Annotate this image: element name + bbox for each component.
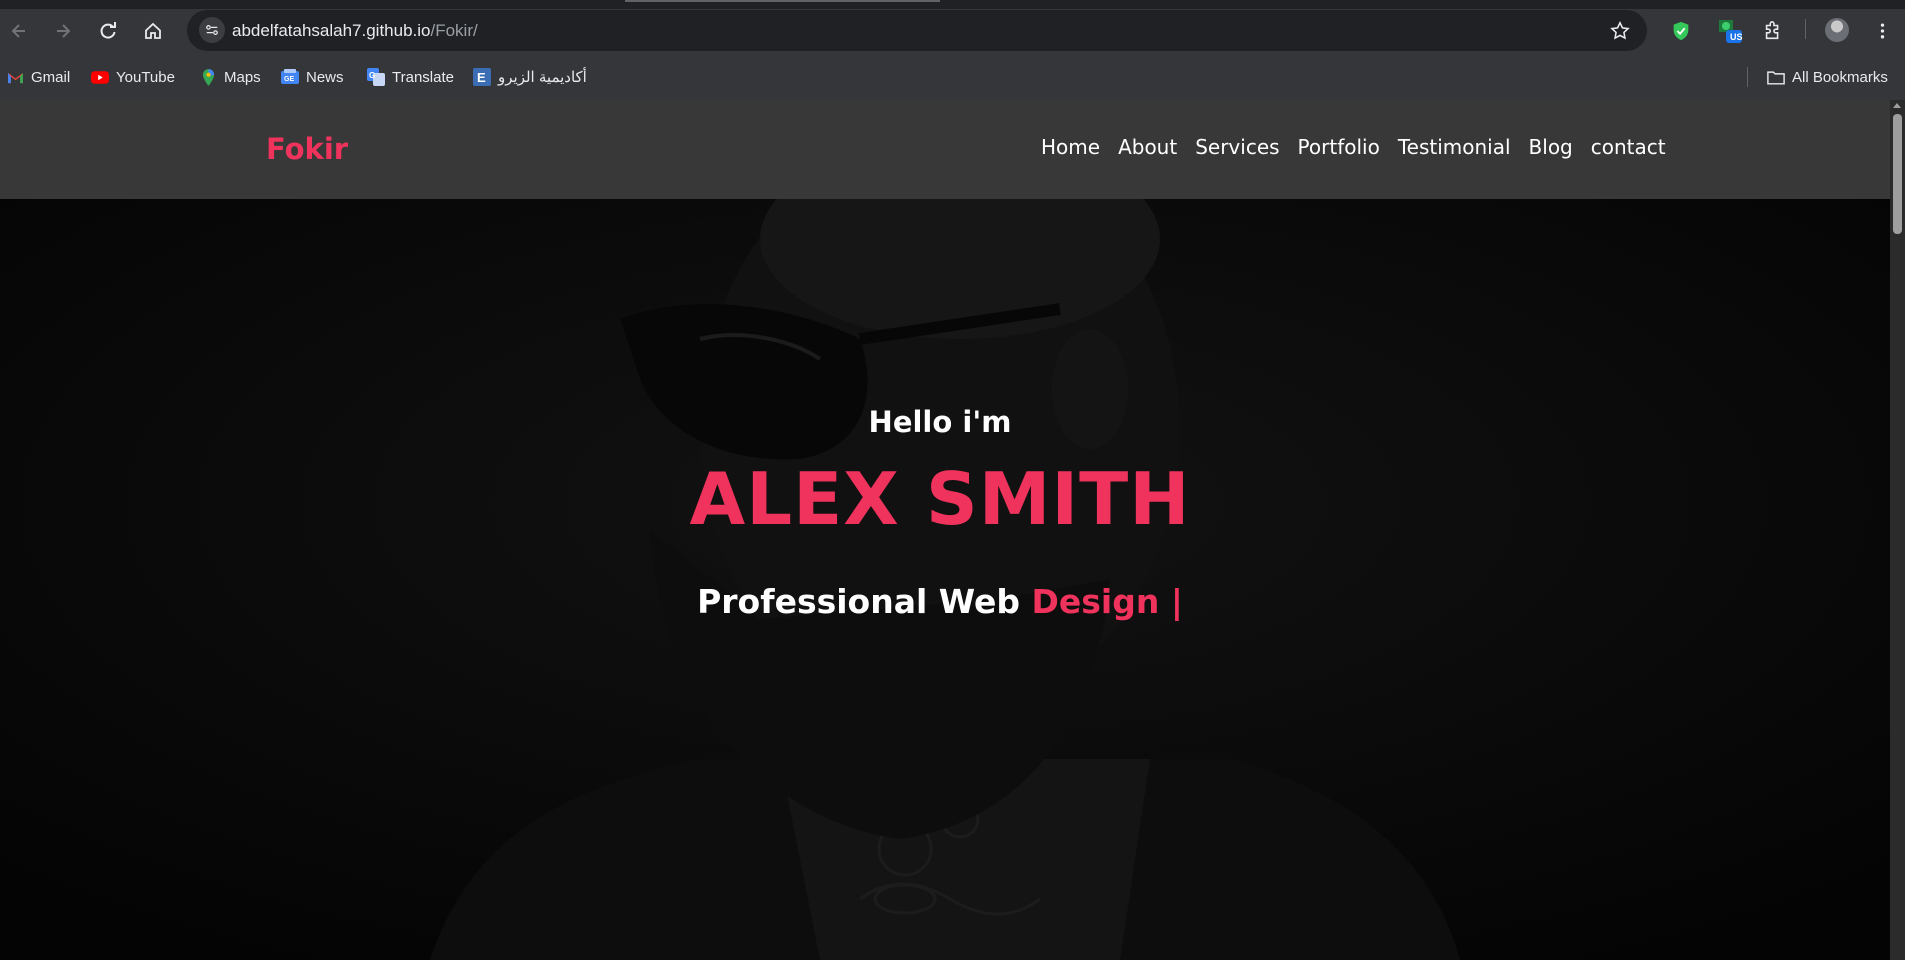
site-header: Fokir Home About Services Portfolio Test… [0, 100, 1890, 199]
hero-greeting: Hello i'm [868, 405, 1012, 439]
nav-about[interactable]: About [1109, 135, 1186, 159]
active-tab-edge [625, 0, 940, 2]
url-text[interactable]: abdelfatahsalah7.github.io/Fokir/ [232, 21, 478, 41]
site-logo[interactable]: Fokir [266, 132, 348, 166]
bookmark-label: Gmail [31, 68, 71, 86]
bookmark-label: Maps [224, 68, 261, 86]
toolbar-separator [1805, 19, 1806, 39]
bookmark-star-icon[interactable] [1609, 20, 1631, 42]
bookmark-label: News [306, 68, 344, 86]
bookmark-gmail[interactable]: Gmail [6, 66, 70, 88]
vpn-badge: US [1730, 32, 1743, 42]
nav-portfolio[interactable]: Portfolio [1289, 135, 1389, 159]
youtube-icon [91, 68, 109, 86]
home-icon [145, 22, 161, 39]
hero-name: ALEX SMITH [689, 457, 1191, 541]
home-button[interactable] [137, 15, 169, 47]
bookmark-label: Translate [392, 68, 454, 86]
all-bookmarks-label: All Bookmarks [1792, 68, 1888, 86]
svg-text:E: E [477, 70, 486, 85]
svg-text:G: G [369, 71, 375, 80]
forward-button[interactable] [47, 15, 79, 47]
maps-icon [199, 68, 217, 86]
shield-icon [1673, 21, 1689, 41]
nav-contact[interactable]: contact [1582, 135, 1675, 159]
bookmark-news[interactable]: GE News [281, 66, 344, 88]
bookmark-translate[interactable]: G Translate [367, 66, 454, 88]
reload-icon [100, 22, 116, 39]
browser-toolbar: abdelfatahsalah7.github.io/Fokir/ US [0, 9, 1905, 52]
browser-tab-strip [0, 0, 1905, 9]
hero-role-typed: Design | [1031, 582, 1183, 621]
translate-icon: G [367, 68, 385, 86]
extensions-button[interactable] [1757, 15, 1789, 47]
scrollbar-thumb[interactable] [1893, 114, 1902, 234]
main-nav: Home About Services Portfolio Testimonia… [1041, 135, 1675, 159]
arrow-left-icon [11, 24, 25, 38]
bookmark-label: أكاديمية الزيرو [498, 69, 587, 86]
reload-button[interactable] [92, 15, 124, 47]
bookmark-youtube[interactable]: YouTube [91, 66, 175, 88]
puzzle-icon [1765, 21, 1779, 40]
gmail-icon [6, 68, 24, 86]
hero-section: Hello i'm ALEX SMITH Professional Web De… [0, 199, 1890, 960]
kebab-menu-icon [1880, 23, 1884, 39]
nav-home[interactable]: Home [1041, 135, 1109, 159]
vpn-extension-button[interactable]: US [1714, 15, 1746, 47]
bookmarks-bar: Gmail YouTube Maps GE News G Translate E… [0, 60, 1905, 94]
back-button[interactable] [3, 15, 35, 47]
folder-icon [1767, 68, 1785, 86]
bookmark-maps[interactable]: Maps [199, 66, 261, 88]
bookmark-label: YouTube [116, 68, 175, 86]
address-bar[interactable]: abdelfatahsalah7.github.io/Fokir/ [187, 10, 1647, 51]
all-bookmarks-button[interactable]: All Bookmarks [1767, 66, 1888, 88]
shield-extension-button[interactable] [1665, 15, 1697, 47]
url-host: abdelfatahsalah7.github.io [232, 21, 431, 40]
url-path: /Fokir/ [430, 21, 478, 40]
profile-avatar[interactable] [1825, 18, 1849, 42]
toolbar-gap [0, 52, 1905, 60]
e-academy-icon: E [473, 68, 491, 86]
nav-blog[interactable]: Blog [1520, 135, 1582, 159]
bookmark-academy[interactable]: E أكاديمية الزيرو [473, 66, 587, 88]
svg-text:GE: GE [284, 76, 294, 83]
news-icon: GE [281, 68, 299, 86]
nav-services[interactable]: Services [1186, 135, 1288, 159]
arrow-right-icon [57, 24, 71, 38]
nav-testimonial[interactable]: Testimonial [1389, 135, 1520, 159]
browser-menu-button[interactable] [1866, 15, 1898, 47]
hero-background-portrait [0, 199, 1890, 960]
bookmarks-separator [1747, 67, 1748, 87]
hero-role-prefix: Professional Web [697, 582, 1032, 621]
hero-role: Professional Web Design | [0, 582, 1880, 621]
scroll-up-arrow-icon[interactable] [1893, 103, 1901, 108]
site-info-icon[interactable] [199, 17, 225, 43]
page-scrollbar[interactable] [1890, 100, 1905, 960]
